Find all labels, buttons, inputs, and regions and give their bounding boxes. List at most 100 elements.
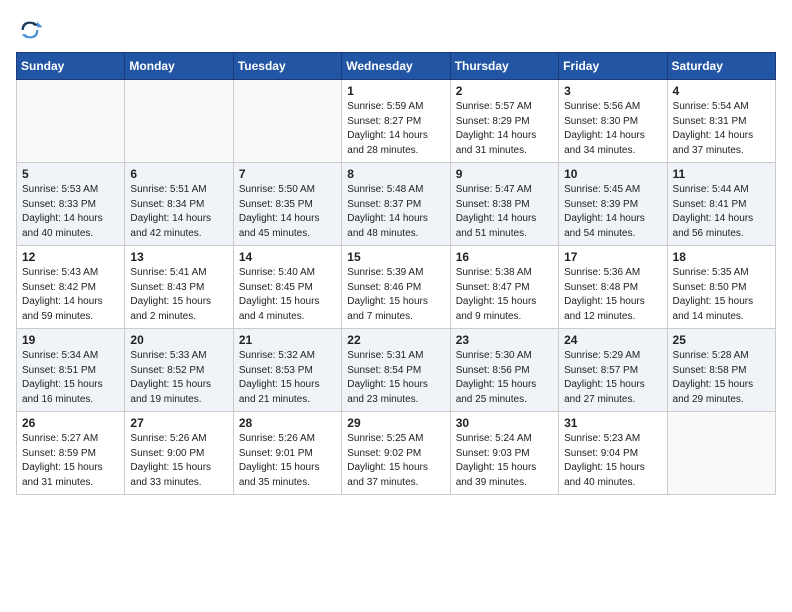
day-number: 28	[239, 416, 336, 430]
day-info: Sunrise: 5:26 AM Sunset: 9:01 PM Dayligh…	[239, 432, 336, 490]
calendar-cell: 30 Sunrise: 5:24 AM Sunset: 9:03 PM Dayli…	[450, 412, 558, 495]
calendar-week-row: 26 Sunrise: 5:27 AM Sunset: 8:59 PM Dayli…	[17, 412, 776, 495]
day-number: 30	[456, 416, 553, 430]
calendar-cell: 5 Sunrise: 5:53 AM Sunset: 8:33 PM Daylig…	[17, 163, 125, 246]
calendar-cell: 15Sunrise: 5:39 AM Sunset: 8:46 PM Dayli…	[342, 246, 450, 329]
calendar-cell: 29 Sunrise: 5:25 AM Sunset: 9:02 PM Dayli…	[342, 412, 450, 495]
day-number: 18	[673, 250, 770, 264]
calendar-cell: 2 Sunrise: 5:57 AM Sunset: 8:29 PM Daylig…	[450, 80, 558, 163]
calendar-cell: 14 Sunrise: 5:40 AM Sunset: 8:45 PM Dayli…	[233, 246, 341, 329]
day-info: Sunrise: 5:53 AM Sunset: 8:33 PM Dayligh…	[22, 183, 119, 241]
day-info: Sunrise: 5:44 AM Sunset: 8:41 PM Dayligh…	[673, 183, 770, 241]
calendar-cell: 9 Sunrise: 5:47 AM Sunset: 8:38 PM Daylig…	[450, 163, 558, 246]
day-number: 20	[130, 333, 227, 347]
calendar-cell: 12 Sunrise: 5:43 AM Sunset: 8:42 PM Dayli…	[17, 246, 125, 329]
day-info: Sunrise: 5:25 AM Sunset: 9:02 PM Dayligh…	[347, 432, 444, 490]
day-info: Sunrise: 5:54 AM Sunset: 8:31 PM Dayligh…	[673, 100, 770, 158]
day-number: 14	[239, 250, 336, 264]
day-number: 13	[130, 250, 227, 264]
weekday-header: Thursday	[450, 53, 558, 80]
page-header	[16, 16, 776, 44]
day-info: Sunrise: 5:43 AM Sunset: 8:42 PM Dayligh…	[22, 266, 119, 324]
weekday-header: Friday	[559, 53, 667, 80]
day-info: Sunrise: 5:48 AM Sunset: 8:37 PM Dayligh…	[347, 183, 444, 241]
day-info: Sunrise: 5:40 AM Sunset: 8:45 PM Dayligh…	[239, 266, 336, 324]
calendar-cell	[233, 80, 341, 163]
calendar-cell: 16Sunrise: 5:38 AM Sunset: 8:47 PM Dayli…	[450, 246, 558, 329]
day-number: 10	[564, 167, 661, 181]
day-info: Sunrise: 5:27 AM Sunset: 8:59 PM Dayligh…	[22, 432, 119, 490]
day-info: Sunrise: 5:36 AM Sunset: 8:48 PM Dayligh…	[564, 266, 661, 324]
day-info: Sunrise: 5:51 AM Sunset: 8:34 PM Dayligh…	[130, 183, 227, 241]
day-number: 7	[239, 167, 336, 181]
logo-icon	[16, 16, 44, 44]
day-info: Sunrise: 5:28 AM Sunset: 8:58 PM Dayligh…	[673, 349, 770, 407]
weekday-header: Wednesday	[342, 53, 450, 80]
calendar-cell: 6 Sunrise: 5:51 AM Sunset: 8:34 PM Daylig…	[125, 163, 233, 246]
weekday-header: Monday	[125, 53, 233, 80]
day-info: Sunrise: 5:29 AM Sunset: 8:57 PM Dayligh…	[564, 349, 661, 407]
calendar-cell: 28 Sunrise: 5:26 AM Sunset: 9:01 PM Dayli…	[233, 412, 341, 495]
logo	[16, 16, 48, 44]
day-number: 9	[456, 167, 553, 181]
day-number: 17	[564, 250, 661, 264]
day-number: 2	[456, 84, 553, 98]
day-info: Sunrise: 5:56 AM Sunset: 8:30 PM Dayligh…	[564, 100, 661, 158]
calendar-cell	[17, 80, 125, 163]
day-number: 11	[673, 167, 770, 181]
calendar-cell: 7 Sunrise: 5:50 AM Sunset: 8:35 PM Daylig…	[233, 163, 341, 246]
day-info: Sunrise: 5:23 AM Sunset: 9:04 PM Dayligh…	[564, 432, 661, 490]
day-number: 25	[673, 333, 770, 347]
day-number: 24	[564, 333, 661, 347]
day-info: Sunrise: 5:41 AM Sunset: 8:43 PM Dayligh…	[130, 266, 227, 324]
day-number: 12	[22, 250, 119, 264]
day-number: 16	[456, 250, 553, 264]
calendar-cell: 26 Sunrise: 5:27 AM Sunset: 8:59 PM Dayli…	[17, 412, 125, 495]
calendar-cell: 18 Sunrise: 5:35 AM Sunset: 8:50 PM Dayli…	[667, 246, 775, 329]
day-number: 31	[564, 416, 661, 430]
calendar-cell	[125, 80, 233, 163]
calendar-week-row: 19Sunrise: 5:34 AM Sunset: 8:51 PM Dayli…	[17, 329, 776, 412]
day-number: 4	[673, 84, 770, 98]
weekday-header-row: SundayMondayTuesdayWednesdayThursdayFrid…	[17, 53, 776, 80]
day-info: Sunrise: 5:45 AM Sunset: 8:39 PM Dayligh…	[564, 183, 661, 241]
calendar-cell: 20Sunrise: 5:33 AM Sunset: 8:52 PM Dayli…	[125, 329, 233, 412]
calendar-cell: 27Sunrise: 5:26 AM Sunset: 9:00 PM Dayli…	[125, 412, 233, 495]
day-info: Sunrise: 5:30 AM Sunset: 8:56 PM Dayligh…	[456, 349, 553, 407]
calendar-cell: 13 Sunrise: 5:41 AM Sunset: 8:43 PM Dayli…	[125, 246, 233, 329]
day-info: Sunrise: 5:31 AM Sunset: 8:54 PM Dayligh…	[347, 349, 444, 407]
day-number: 29	[347, 416, 444, 430]
calendar-cell: 1Sunrise: 5:59 AM Sunset: 8:27 PM Daylig…	[342, 80, 450, 163]
calendar-cell: 11 Sunrise: 5:44 AM Sunset: 8:41 PM Dayli…	[667, 163, 775, 246]
day-number: 19	[22, 333, 119, 347]
day-info: Sunrise: 5:57 AM Sunset: 8:29 PM Dayligh…	[456, 100, 553, 158]
calendar-cell: 10 Sunrise: 5:45 AM Sunset: 8:39 PM Dayli…	[559, 163, 667, 246]
calendar-cell: 3 Sunrise: 5:56 AM Sunset: 8:30 PM Daylig…	[559, 80, 667, 163]
calendar-cell: 31 Sunrise: 5:23 AM Sunset: 9:04 PM Dayli…	[559, 412, 667, 495]
calendar-table: SundayMondayTuesdayWednesdayThursdayFrid…	[16, 52, 776, 495]
day-info: Sunrise: 5:47 AM Sunset: 8:38 PM Dayligh…	[456, 183, 553, 241]
weekday-header: Sunday	[17, 53, 125, 80]
day-number: 27	[130, 416, 227, 430]
weekday-header: Tuesday	[233, 53, 341, 80]
calendar-cell: 19Sunrise: 5:34 AM Sunset: 8:51 PM Dayli…	[17, 329, 125, 412]
calendar-week-row: 5 Sunrise: 5:53 AM Sunset: 8:33 PM Daylig…	[17, 163, 776, 246]
day-number: 3	[564, 84, 661, 98]
day-number: 5	[22, 167, 119, 181]
day-info: Sunrise: 5:35 AM Sunset: 8:50 PM Dayligh…	[673, 266, 770, 324]
calendar-week-row: 12 Sunrise: 5:43 AM Sunset: 8:42 PM Dayli…	[17, 246, 776, 329]
day-info: Sunrise: 5:24 AM Sunset: 9:03 PM Dayligh…	[456, 432, 553, 490]
day-number: 15	[347, 250, 444, 264]
day-info: Sunrise: 5:50 AM Sunset: 8:35 PM Dayligh…	[239, 183, 336, 241]
day-info: Sunrise: 5:59 AM Sunset: 8:27 PM Dayligh…	[347, 100, 444, 158]
day-number: 6	[130, 167, 227, 181]
day-number: 26	[22, 416, 119, 430]
day-number: 8	[347, 167, 444, 181]
calendar-cell: 8 Sunrise: 5:48 AM Sunset: 8:37 PM Daylig…	[342, 163, 450, 246]
calendar-cell: 25 Sunrise: 5:28 AM Sunset: 8:58 PM Dayli…	[667, 329, 775, 412]
calendar-cell: 24 Sunrise: 5:29 AM Sunset: 8:57 PM Dayli…	[559, 329, 667, 412]
calendar-cell	[667, 412, 775, 495]
day-number: 23	[456, 333, 553, 347]
calendar-cell: 4 Sunrise: 5:54 AM Sunset: 8:31 PM Daylig…	[667, 80, 775, 163]
calendar-week-row: 1Sunrise: 5:59 AM Sunset: 8:27 PM Daylig…	[17, 80, 776, 163]
